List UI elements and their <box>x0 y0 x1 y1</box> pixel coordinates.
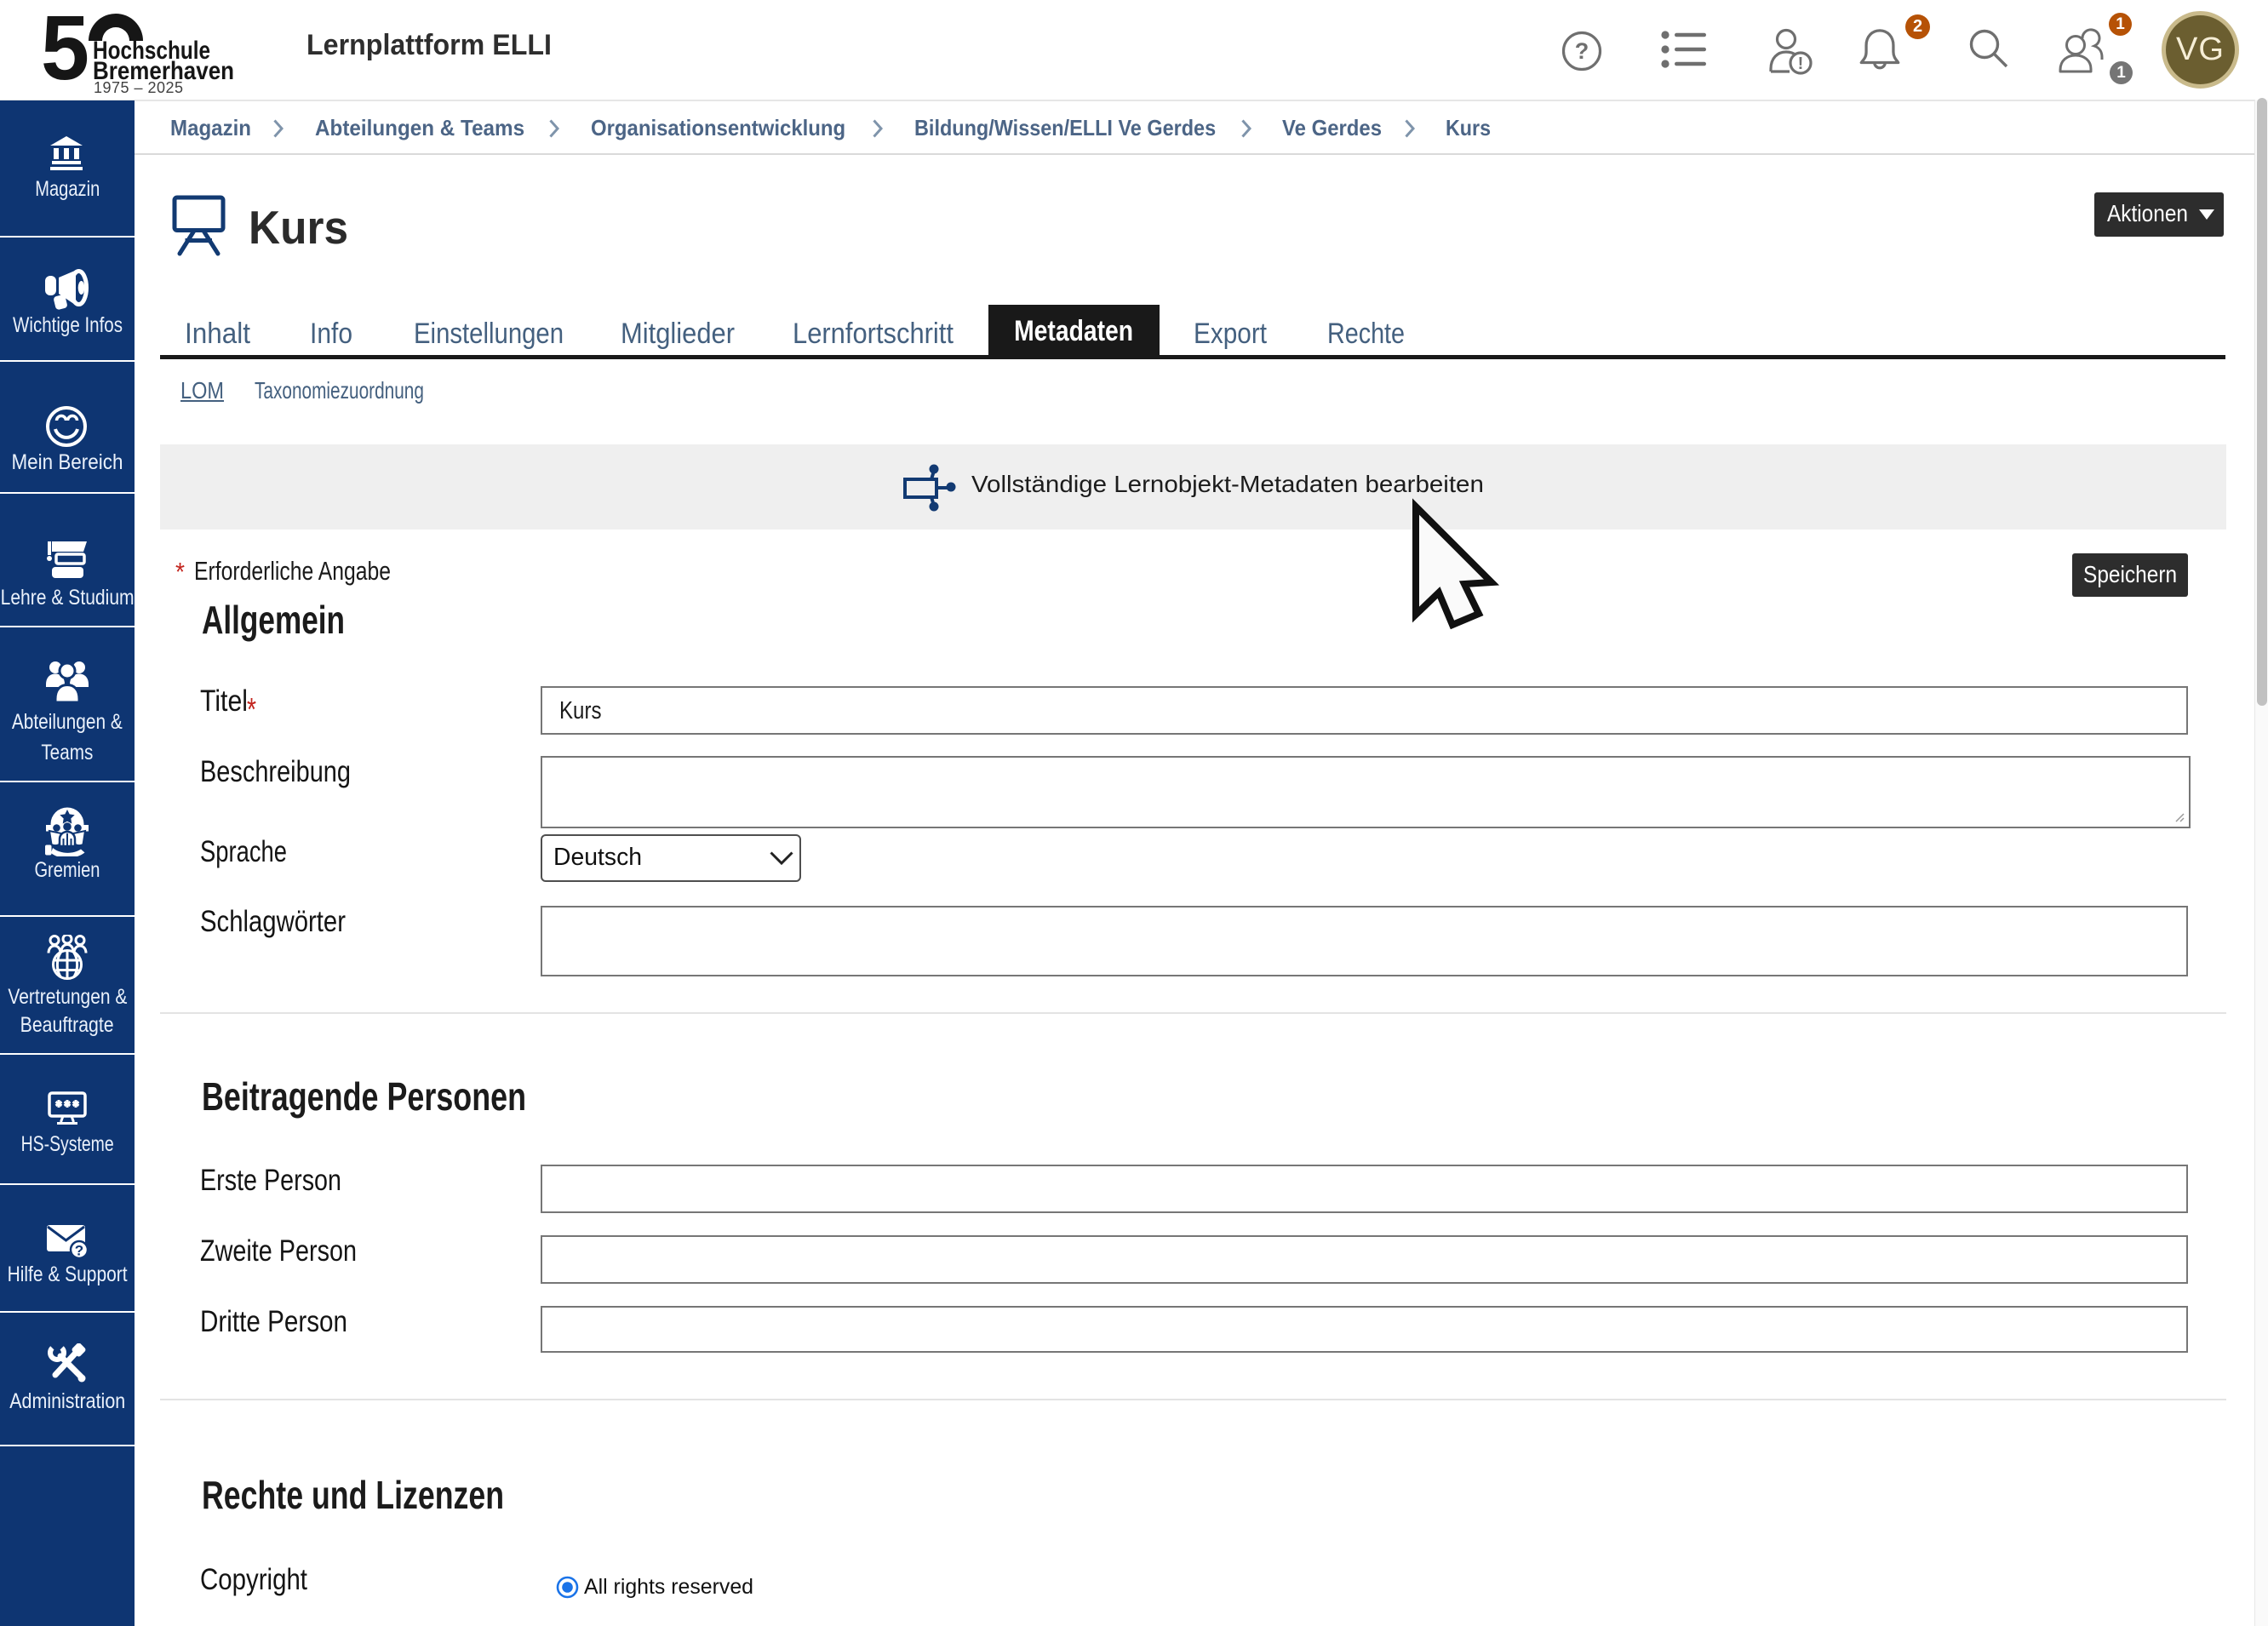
svg-text:?: ? <box>1575 38 1589 64</box>
svg-text:!: ! <box>1798 54 1804 73</box>
svg-text:1975 – 2025: 1975 – 2025 <box>94 79 186 96</box>
svg-text:5: 5 <box>41 7 89 99</box>
svg-text:?: ? <box>75 1243 83 1259</box>
